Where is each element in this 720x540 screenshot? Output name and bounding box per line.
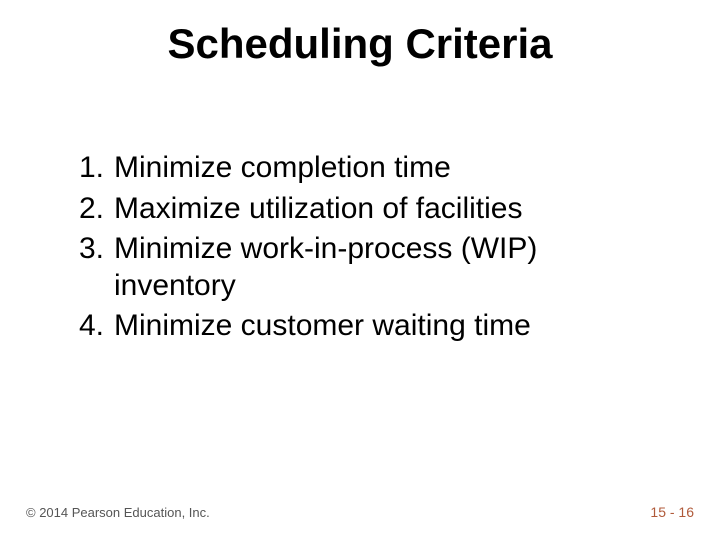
- footer-page-number: 15 - 16: [650, 504, 694, 520]
- item-number: 4.: [60, 308, 114, 345]
- list-item: 1. Minimize completion time: [60, 150, 660, 187]
- item-text: Maximize utilization of facilities: [114, 191, 660, 228]
- footer-copyright: © 2014 Pearson Education, Inc.: [26, 505, 210, 520]
- list-item: 2. Maximize utilization of facilities: [60, 191, 660, 228]
- item-text: Minimize work-in-process (WIP) inventory: [114, 231, 660, 304]
- slide: Scheduling Criteria 1. Minimize completi…: [0, 0, 720, 540]
- criteria-list: 1. Minimize completion time 2. Maximize …: [60, 150, 660, 349]
- item-number: 2.: [60, 191, 114, 228]
- item-number: 1.: [60, 150, 114, 187]
- item-number: 3.: [60, 231, 114, 304]
- slide-title: Scheduling Criteria: [0, 20, 720, 68]
- item-text: Minimize customer waiting time: [114, 308, 660, 345]
- list-item: 3. Minimize work-in-process (WIP) invent…: [60, 231, 660, 304]
- list-item: 4. Minimize customer waiting time: [60, 308, 660, 345]
- item-text: Minimize completion time: [114, 150, 660, 187]
